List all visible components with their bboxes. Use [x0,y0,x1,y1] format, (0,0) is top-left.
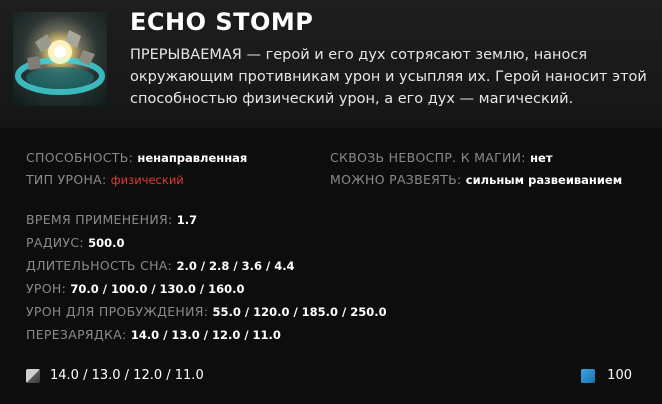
cast-point-label: ВРЕМЯ ПРИМЕНЕНИЯ: [26,212,173,227]
damage-type-label: ТИП УРОНА: [26,172,107,187]
dispellable-row: МОЖНО РАЗВЕЯТЬ: сильным развеиванием [330,172,622,187]
stat-row: РАДИУС: 500.0 [26,235,125,250]
cooldown-value: 14.0 / 13.0 / 12.0 / 11.0 [130,328,281,342]
sleep-duration-value: 2.0 / 2.8 / 3.6 / 4.4 [176,259,295,273]
ability-type-value: ненаправленная [137,151,248,165]
ability-type-row: СПОСОБНОСТЬ: ненаправленная [26,150,247,165]
pierces-immunity-value: нет [530,151,553,165]
damage-value: 70.0 / 100.0 / 130.0 / 160.0 [70,282,245,296]
tooltip-body: СПОСОБНОСТЬ: ненаправленная ТИП УРОНА: ф… [0,128,662,404]
cast-point-value: 1.7 [176,213,198,227]
stat-row: ДЛИТЕЛЬНОСТЬ СНА: 2.0 / 2.8 / 3.6 / 4.4 [26,258,295,273]
radius-label: РАДИУС: [26,235,84,250]
radius-value: 500.0 [88,236,125,250]
dispellable-label: МОЖНО РАЗВЕЯТЬ: [330,172,462,187]
sleep-duration-label: ДЛИТЕЛЬНОСТЬ СНА: [26,258,173,273]
dispellable-value: сильным развеиванием [465,173,623,187]
stat-row: УРОН: 70.0 / 100.0 / 130.0 / 160.0 [26,281,245,296]
mana-icon [581,368,596,383]
stat-row: УРОН ДЛЯ ПРОБУЖДЕНИЯ: 55.0 / 120.0 / 185… [26,304,387,319]
cooldown-label: ПЕРЕЗАРЯДКА: [26,327,127,342]
damage-type-value: физический [110,173,184,187]
ability-tooltip: ECHO STOMP ПРЕРЫВАЕМАЯ — герой и его дух… [0,0,662,404]
stat-row: ВРЕМЯ ПРИМЕНЕНИЯ: 1.7 [26,212,197,227]
damage-label: УРОН: [26,281,67,296]
wake-damage-value: 55.0 / 120.0 / 185.0 / 250.0 [212,305,387,319]
echo-stomp-icon [13,12,107,106]
ability-type-label: СПОСОБНОСТЬ: [26,150,134,165]
cooldown-icon [26,368,40,383]
mana-footer: 100 [581,368,632,383]
ability-name: ECHO STOMP [130,8,314,36]
tooltip-header: ECHO STOMP ПРЕРЫВАЕМАЯ — герой и его дух… [0,0,662,128]
mana-cost-value: 100 [607,368,632,383]
damage-type-row: ТИП УРОНА: физический [26,172,184,187]
pierces-immunity-label: СКВОЗЬ НЕВОСПР. К МАГИИ: [330,150,526,165]
pierces-immunity-row: СКВОЗЬ НЕВОСПР. К МАГИИ: нет [330,150,553,165]
cooldown-footer-value: 14.0 / 13.0 / 12.0 / 11.0 [50,368,204,383]
stat-row: ПЕРЕЗАРЯДКА: 14.0 / 13.0 / 12.0 / 11.0 [26,327,281,342]
ability-description: ПРЕРЫВАЕМАЯ — герой и его дух сотрясают … [130,47,647,107]
cooldown-footer: 14.0 / 13.0 / 12.0 / 11.0 [26,368,204,383]
wake-damage-label: УРОН ДЛЯ ПРОБУЖДЕНИЯ: [26,304,209,319]
